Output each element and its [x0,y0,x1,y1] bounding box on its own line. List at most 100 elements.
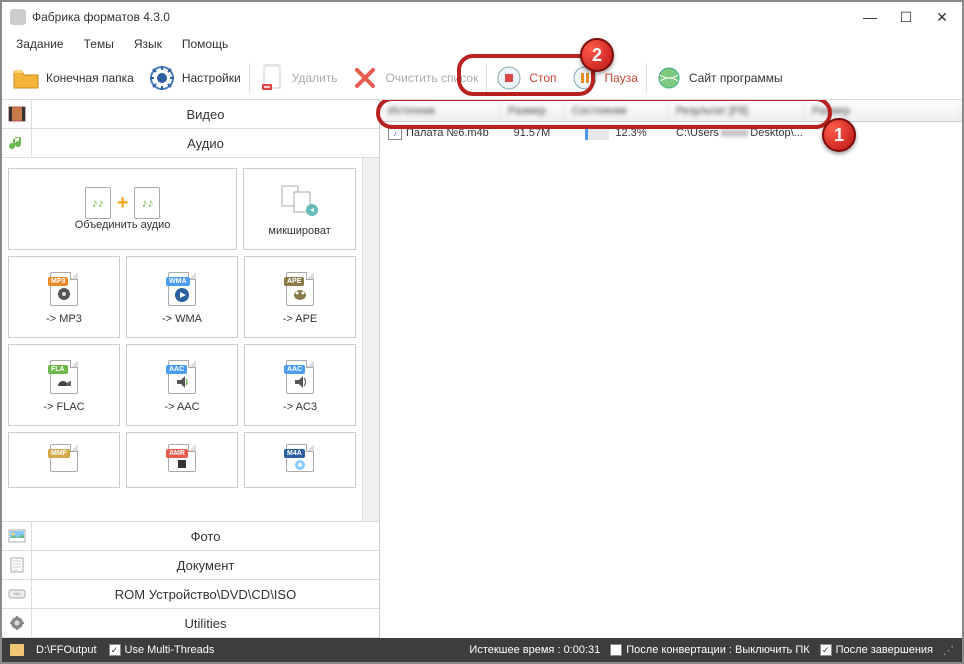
format-aac[interactable]: AAC -> AAC [126,344,238,426]
format-ape[interactable]: APE -> APE [244,256,356,338]
format-m4a[interactable]: M4A [244,432,356,488]
left-panel: Видео Аудио ♪♪+♪♪ Объединить аудио [2,100,380,638]
menu-themes[interactable]: Темы [76,35,122,53]
category-photo[interactable]: Фото [2,521,379,551]
delete-button[interactable]: Удалить [252,60,344,96]
format-mix[interactable]: микшироват [243,168,356,250]
after-done-label: После завершения [836,644,933,656]
elapsed-label: Истекшее время : [469,644,560,656]
multithreads-label: Use Multi-Threads [125,644,215,656]
category-utilities[interactable]: Utilities [2,608,379,638]
multithreads-checkbox[interactable]: ✓ Use Multi-Threads [109,644,215,656]
format-mp3-label: -> MP3 [46,313,82,325]
ape-icon: APE [280,269,320,309]
checkbox-icon: ✓ [109,644,121,656]
m4a-icon: M4A [280,438,320,478]
menu-lang[interactable]: Язык [126,35,170,53]
aac-icon: AAC [162,357,202,397]
format-ape-label: -> APE [283,313,318,325]
settings-label: Настройки [182,71,241,85]
mp3-icon: MP3 [44,269,84,309]
settings-button[interactable]: Настройки [142,60,247,96]
merge-audio-icon: ♪♪+♪♪ [85,187,161,219]
category-utilities-label: Utilities [32,616,379,631]
toolbar: Конечная папка Настройки Удалить Очистит… [2,56,962,100]
format-merge-audio[interactable]: ♪♪+♪♪ Объединить аудио [8,168,237,250]
category-audio[interactable]: Аудио [2,128,379,158]
formats-grid: ♪♪+♪♪ Объединить аудио микшироват MP3 [2,158,362,522]
statusbar: D:\FFOutput ✓ Use Multi-Threads Истекшее… [2,638,962,662]
delete-icon [258,64,286,92]
th-state[interactable]: Состояние [564,100,668,121]
flac-icon: FLA [44,357,84,397]
content-area: Видео Аудио ♪♪+♪♪ Объединить аудио [2,100,962,638]
progress-bar [585,126,609,140]
th-source[interactable]: Источник [380,100,500,121]
after-conv-checkbox[interactable]: После конвертации : Выключить ПК [610,644,809,656]
document-icon [2,551,32,579]
table-header: Источник Размер Состояние Результат [F8]… [380,100,962,122]
output-folder-button[interactable]: Конечная папка [6,60,140,96]
cell-size: 91.57M [500,122,564,144]
video-icon [2,100,32,128]
audio-icon [2,129,32,157]
output-folder-label: Конечная папка [46,71,134,85]
category-document[interactable]: Документ [2,550,379,580]
clear-list-button[interactable]: Очистить список [345,60,484,96]
mmf-icon: MMF [44,438,84,478]
category-photo-label: Фото [32,529,379,544]
wma-icon: WMA [162,269,202,309]
maximize-button[interactable]: ☐ [894,5,918,29]
resize-grip-icon[interactable]: ⋰ [943,644,954,657]
menu-help[interactable]: Помощь [174,35,236,53]
folder-icon [12,64,40,92]
window-title: Фабрика форматов 4.3.0 [32,10,858,24]
cell-filename: Палата №6.m4b [406,127,489,139]
format-flac[interactable]: FLA -> FLAC [8,344,120,426]
status-output-path: D:\FFOutput [36,644,97,656]
delete-label: Удалить [292,71,338,85]
format-merge-label: Объединить аудио [75,219,171,231]
clear-icon [351,64,379,92]
right-panel: Источник Размер Состояние Результат [F8]… [380,100,962,638]
amr-icon: AMR [162,438,202,478]
formats-scrollbar[interactable] [362,158,379,522]
stop-button[interactable]: Стоп [489,60,562,96]
format-mp3[interactable]: MP3 -> MP3 [8,256,120,338]
after-done-checkbox[interactable]: ✓ После завершения [820,644,933,656]
cell-output-tail: Desktop\... [750,127,803,139]
menu-task[interactable]: Задание [8,35,72,53]
format-wma-label: -> WMA [162,313,202,325]
format-mmf[interactable]: MMF [8,432,120,488]
rom-icon [2,580,32,608]
format-amr[interactable]: AMR [126,432,238,488]
table-row[interactable]: ♪ Палата №6.m4b 91.57M 12.3% C:\Users xx… [380,122,962,144]
stop-icon [495,64,523,92]
separator [646,63,647,93]
format-ac3[interactable]: AAC -> AC3 [244,344,356,426]
separator [486,63,487,93]
close-button[interactable]: ✕ [930,5,954,29]
callout-number-1: 1 [822,118,856,152]
category-document-label: Документ [32,558,379,573]
format-mix-label: микшироват [268,225,330,237]
th-result[interactable]: Результат [F8] [668,100,804,121]
cell-output-blur: xxxxx [721,127,749,139]
format-wma[interactable]: WMA -> WMA [126,256,238,338]
photo-icon [2,522,32,550]
category-audio-label: Аудио [32,136,379,151]
menubar: Задание Темы Язык Помощь [2,32,962,56]
elapsed-time: 0:00:31 [564,644,601,656]
category-video[interactable]: Видео [2,100,379,129]
status-folder-icon[interactable] [10,644,24,656]
th-size[interactable]: Размер [500,100,564,121]
utilities-icon [2,609,32,637]
category-video-label: Видео [32,107,379,122]
checkbox-icon [610,644,622,656]
minimize-button[interactable]: — [858,5,882,29]
th-extra[interactable]: Размер [804,100,962,121]
category-rom[interactable]: ROM Устройство\DVD\CD\ISO [2,579,379,609]
site-button[interactable]: Сайт программы [649,60,789,96]
stop-label: Стоп [529,71,556,85]
cell-percent: 12.3% [615,127,646,139]
